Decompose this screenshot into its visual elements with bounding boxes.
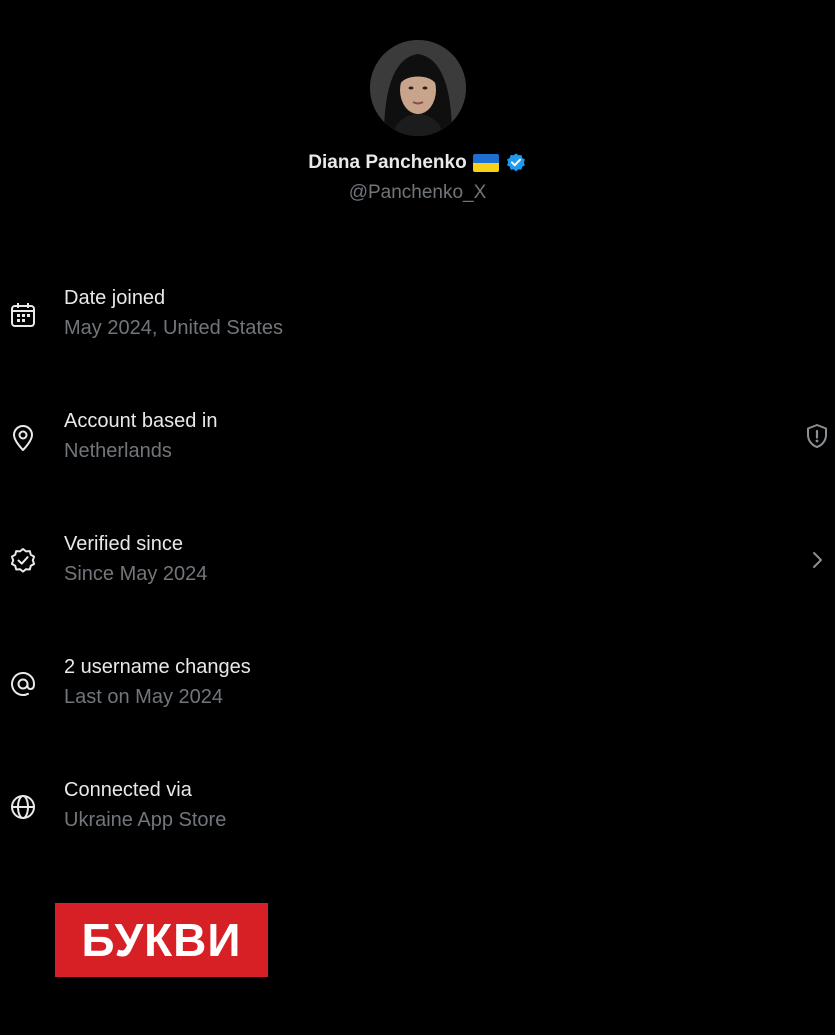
info-title: Account based in (64, 410, 218, 432)
account-info-list: Date joined May 2024, United States Acco… (0, 284, 835, 899)
at-sign-icon (8, 669, 38, 699)
info-subtitle: Since May 2024 (64, 563, 208, 585)
brand-logo: БУКВИ (55, 903, 268, 977)
display-name: Diana Panchenko (308, 152, 467, 173)
avatar[interactable] (369, 40, 466, 136)
verified-outline-icon (8, 546, 38, 576)
shield-alert-icon[interactable] (803, 422, 831, 450)
ukraine-flag-icon (472, 154, 499, 172)
info-row-connected-via: Connected via Ukraine App Store (0, 776, 835, 899)
info-title: Connected via (64, 779, 192, 801)
info-row-verified-since[interactable]: Verified since Since May 2024 (0, 530, 835, 653)
info-title: Date joined (64, 287, 166, 309)
info-subtitle: May 2024, United States (64, 317, 284, 339)
globe-icon (8, 792, 38, 822)
info-row-username-changes: 2 username changes Last on May 2024 (0, 653, 835, 776)
info-subtitle: Netherlands (64, 440, 172, 462)
chevron-right-icon[interactable] (803, 546, 831, 574)
location-pin-icon (8, 423, 38, 453)
handle: @Panchenko_X (348, 182, 487, 203)
info-row-account-based: Account based in Netherlands (0, 407, 835, 530)
verified-badge-icon[interactable] (505, 152, 527, 174)
info-row-date-joined: Date joined May 2024, United States (0, 284, 835, 407)
name-row: Diana Panchenko (0, 150, 835, 176)
info-title: 2 username changes (64, 656, 251, 678)
calendar-icon (8, 300, 38, 330)
info-subtitle: Ukraine App Store (64, 809, 227, 831)
info-subtitle: Last on May 2024 (64, 686, 223, 708)
info-title: Verified since (64, 533, 183, 555)
brand-label: БУКВИ (81, 914, 242, 966)
profile-header: Diana Panchenko @Panchenko_X (0, 40, 835, 204)
